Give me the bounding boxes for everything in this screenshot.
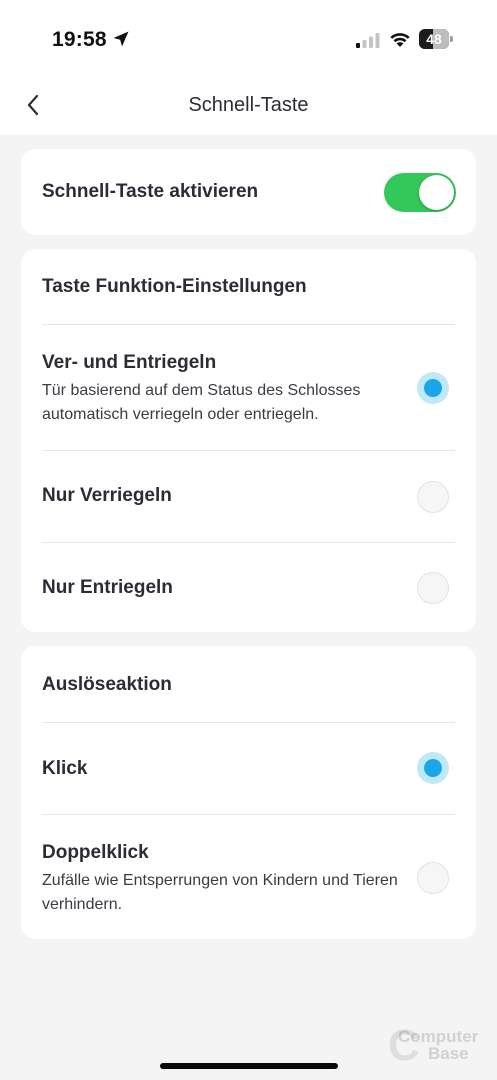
- divider: [42, 722, 455, 723]
- divider: [42, 814, 455, 815]
- option-description: Tür basierend auf dem Status des Schloss…: [42, 382, 361, 423]
- option-double-click[interactable]: Doppelklick Zufälle wie Entsperrungen vo…: [42, 842, 455, 922]
- radio-double-click[interactable]: [417, 862, 449, 894]
- radio-dot: [424, 379, 442, 397]
- option-click[interactable]: Klick: [42, 758, 455, 780]
- option-lock-unlock[interactable]: Ver- und Entriegeln Tür basierend auf de…: [42, 352, 455, 432]
- location-arrow-icon: [113, 31, 129, 47]
- toggle-knob: [419, 175, 454, 210]
- trigger-heading: Auslöseaktion: [42, 674, 172, 695]
- home-indicator: [160, 1063, 338, 1069]
- battery-nub: [450, 36, 453, 42]
- computerbase-watermark: C Computer Base: [388, 1020, 488, 1070]
- status-bar: 19:58 48: [0, 0, 497, 80]
- radio-unlock-only[interactable]: [417, 572, 449, 604]
- watermark-line-1: Computer: [398, 1027, 479, 1046]
- nav-bar: Schnell-Taste: [0, 80, 497, 135]
- option-lock-only[interactable]: Nur Verriegeln: [42, 485, 455, 507]
- trigger-card: Auslöseaktion Klick Doppelklick Zufälle …: [21, 646, 476, 939]
- status-time: 19:58: [52, 28, 107, 51]
- option-title: Doppelklick: [42, 842, 149, 863]
- radio-dot: [424, 759, 442, 777]
- watermark-line-2: Base: [428, 1044, 469, 1063]
- page-title: Schnell-Taste: [188, 94, 309, 116]
- screen: 19:58 48 Schnell-Taste Schnell-Taste akt…: [0, 0, 497, 1080]
- wifi-icon: [390, 33, 410, 47]
- function-card: Taste Funktion-Einstellungen Ver- und En…: [21, 249, 476, 632]
- battery-body: 48: [419, 29, 449, 49]
- radio-lock-unlock[interactable]: [417, 372, 449, 404]
- divider: [42, 324, 455, 325]
- cellular-signal-icon: [356, 33, 380, 48]
- activate-toggle[interactable]: [384, 173, 456, 212]
- battery-level: 48: [426, 31, 442, 47]
- divider: [42, 542, 455, 543]
- option-unlock-only[interactable]: Nur Entriegeln: [42, 577, 455, 599]
- battery-icon: 48: [419, 29, 453, 49]
- radio-lock-only[interactable]: [417, 481, 449, 513]
- activate-card: Schnell-Taste aktivieren: [21, 149, 476, 235]
- radio-click[interactable]: [417, 752, 449, 784]
- divider: [42, 450, 455, 451]
- option-description: Zufälle wie Entsperrungen von Kindern un…: [42, 872, 398, 913]
- option-title: Ver- und Entriegeln: [42, 352, 217, 373]
- function-heading: Taste Funktion-Einstellungen: [42, 276, 307, 297]
